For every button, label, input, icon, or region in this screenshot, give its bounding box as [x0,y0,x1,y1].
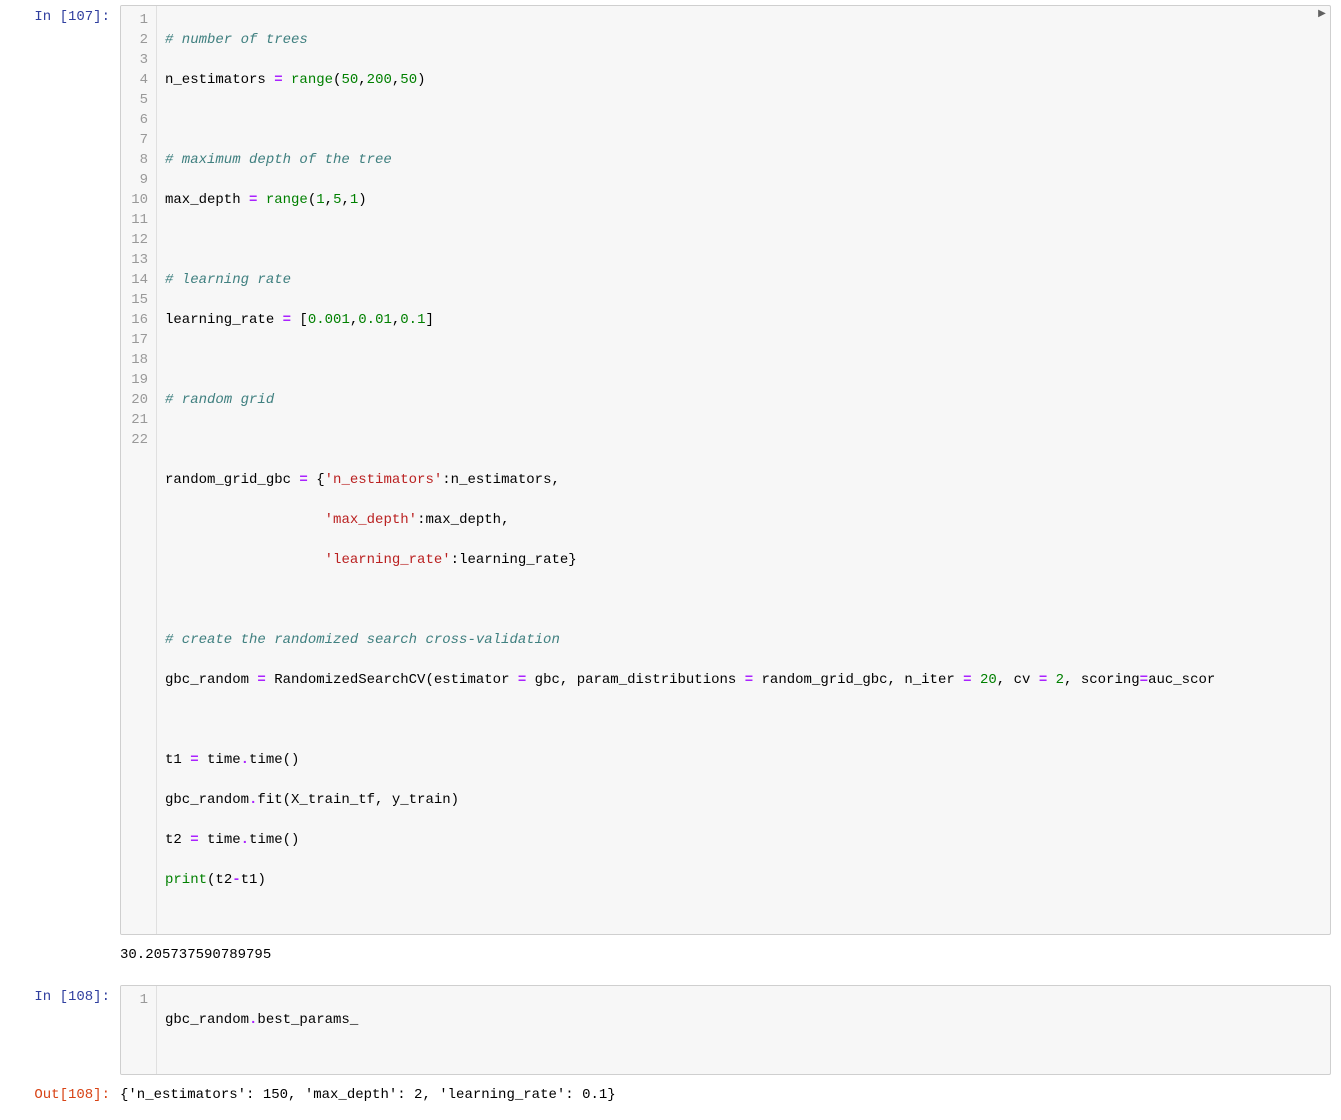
code-cell-107: In [107]: 123456789101112131415161718192… [10,5,1331,935]
result-output: {'n_estimators': 150, 'max_depth': 2, 'l… [120,1083,1331,1107]
code-editor[interactable]: 1 gbc_random.best_params_ [120,985,1331,1075]
scroll-left-icon[interactable]: ◀ [1330,7,1331,23]
code-content[interactable]: gbc_random.best_params_ [157,986,1330,1074]
line-gutter: 1 [121,986,157,1074]
input-prompt: In [107]: [10,5,120,25]
output-cell-107: 30.205737590789795 [10,943,1331,967]
input-prompt: In [108]: [10,985,120,1005]
scroll-right-icon[interactable]: ▶ [1314,7,1330,23]
code-content[interactable]: # number of trees n_estimators = range(5… [157,6,1330,934]
stdout-output: 30.205737590789795 [120,943,1331,967]
output-cell-108: Out[108]: {'n_estimators': 150, 'max_dep… [10,1083,1331,1107]
output-prompt: Out[108]: [10,1083,120,1103]
output-prompt-empty [10,943,120,947]
code-editor[interactable]: 12345678910111213141516171819202122 # nu… [120,5,1331,935]
line-gutter: 12345678910111213141516171819202122 [121,6,157,934]
code-cell-108: In [108]: 1 gbc_random.best_params_ [10,985,1331,1075]
